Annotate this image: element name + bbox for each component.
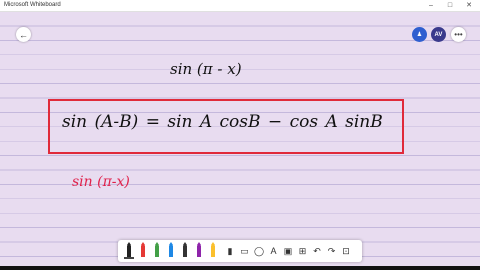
pen-black[interactable] [124,242,134,259]
pen-purple[interactable] [194,242,204,259]
text-icon[interactable]: A [268,245,280,257]
image-icon[interactable]: ▣ [282,245,294,257]
pen-red[interactable] [138,242,148,259]
pen-icon [127,242,131,257]
maximize-button[interactable]: □ [443,0,457,12]
highlighter-icon[interactable]: ▮ [224,245,236,257]
undo-icon[interactable]: ↶ [311,245,323,257]
lasso-icon[interactable]: ◯ [253,245,265,257]
back-arrow-icon: ← [19,29,28,40]
ink-expression-top[interactable]: sin (π - x) [170,60,242,78]
share-people-button[interactable]: ♟ [412,27,427,42]
minimize-button[interactable]: – [424,0,438,12]
pen-icon [197,242,201,257]
ink-expression-red[interactable]: sin (π-x) [72,174,130,190]
taskbar-edge [0,266,480,270]
pen-icon [211,242,215,257]
shape-icon[interactable]: ⊞ [297,245,309,257]
close-button[interactable]: ✕ [462,0,476,12]
more-options-button[interactable]: ••• [451,27,466,42]
pen-icon [183,242,187,257]
pen-icon [141,242,145,257]
eraser-icon[interactable]: ▭ [239,245,251,257]
title-bar: Microsoft Whiteboard – □ ✕ [0,0,480,12]
pen-icon [169,242,173,257]
inking-toolbar: ▮ ▭ ◯ A ▣ ⊞ ↶ ↷ ⊡ [118,240,362,262]
window-title: Microsoft Whiteboard [4,2,61,8]
back-button[interactable]: ← [16,27,31,42]
pen-icon [155,242,159,257]
redo-icon[interactable]: ↷ [326,245,338,257]
pen-gold[interactable] [208,242,218,259]
pen-green[interactable] [152,242,162,259]
ink-formula[interactable]: sin (A-B) = sin A cosB − cos A sinB [62,112,383,132]
pen-black-2[interactable] [180,242,190,259]
app-window: Microsoft Whiteboard – □ ✕ ← ♟ AV ••• si… [0,0,480,266]
person-icon: ♟ [416,32,423,38]
pen-blue[interactable] [166,242,176,259]
ruler-icon[interactable]: ⊡ [340,245,352,257]
avatar[interactable]: AV [431,27,446,42]
